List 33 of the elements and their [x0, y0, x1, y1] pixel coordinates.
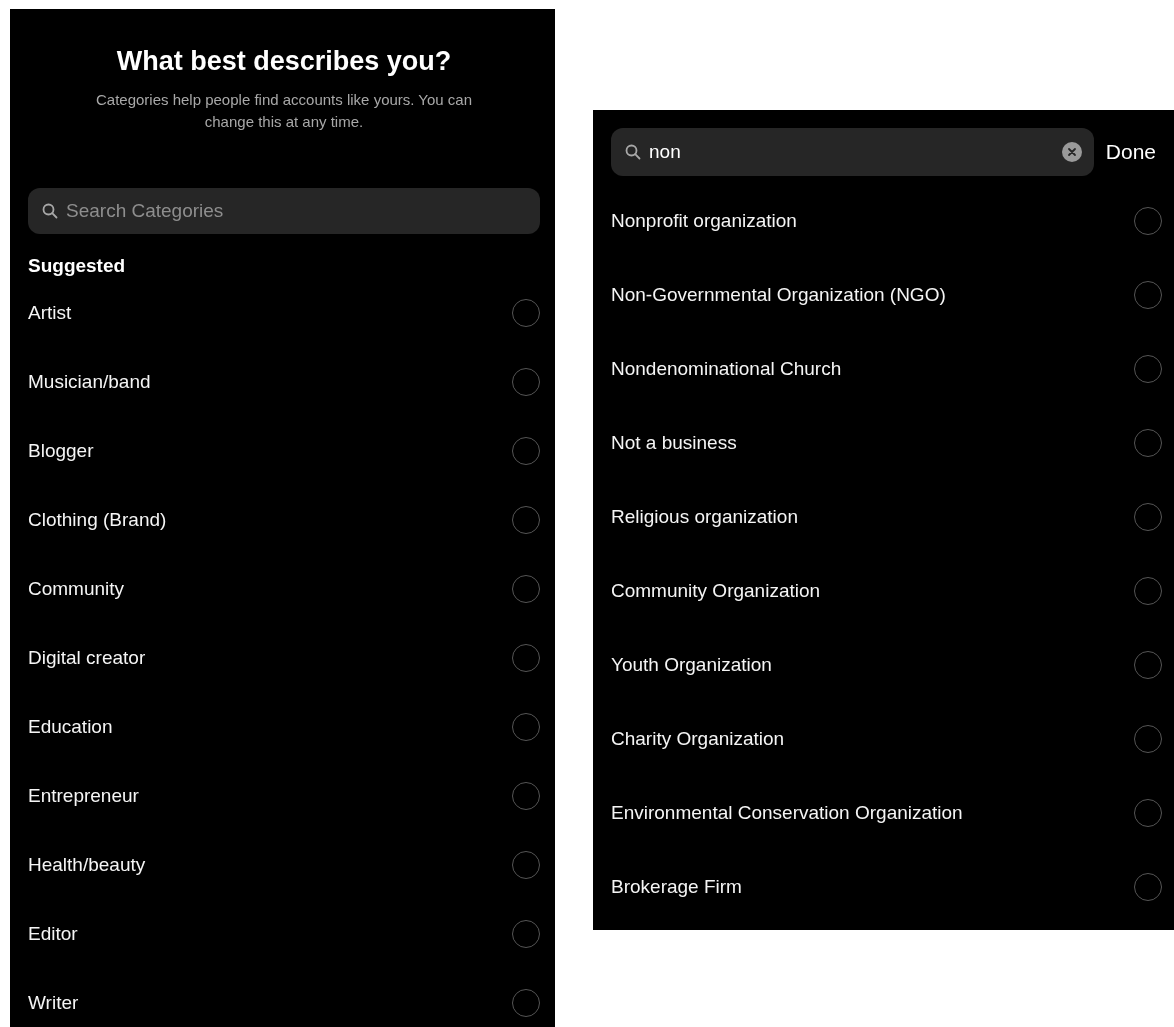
category-label: Artist [28, 301, 72, 324]
category-label: Editor [28, 922, 78, 945]
category-label: Environmental Conservation Organization [611, 802, 963, 824]
screen-subtitle: Categories help people find accounts like yours. You can change this at any time. [94, 90, 474, 132]
category-label: Education [28, 715, 113, 738]
category-label: Charity Organization [611, 728, 785, 750]
search-bar[interactable]: non [611, 128, 1094, 176]
category-label: Musician/band [28, 370, 151, 393]
screen-title: What best describes you? [115, 45, 453, 77]
category-label: Digital creator [28, 646, 146, 669]
search-field[interactable]: non [649, 141, 1054, 163]
category-label: Writer [28, 991, 79, 1014]
category-label: Entrepreneur [28, 784, 139, 807]
category-label: Nonprofit organization [611, 210, 797, 232]
category-label: Health/beauty [28, 853, 146, 876]
category-label: Non-Governmental Organization (NGO) [611, 284, 946, 306]
category-label: Blogger [28, 439, 94, 462]
search-icon [42, 203, 58, 219]
category-label: Brokerage Firm [611, 876, 742, 898]
done-button[interactable]: Done [1105, 140, 1162, 164]
close-icon [1066, 147, 1077, 157]
category-label: Community Organization [611, 580, 821, 602]
search-icon [625, 144, 641, 160]
section-header: Suggested [28, 254, 127, 278]
category-label: Community [28, 577, 125, 600]
category-label: Nondenominational Church [611, 358, 842, 380]
search-bar[interactable]: Search Categories [28, 188, 540, 234]
category-label: Not a business [611, 432, 737, 454]
search-field[interactable]: Search Categories [66, 200, 528, 222]
category-label: Religious organization [611, 506, 798, 528]
category-label: Youth Organization [611, 654, 772, 676]
clear-button[interactable] [1061, 142, 1082, 162]
category-label: Clothing (Brand) [28, 508, 167, 531]
